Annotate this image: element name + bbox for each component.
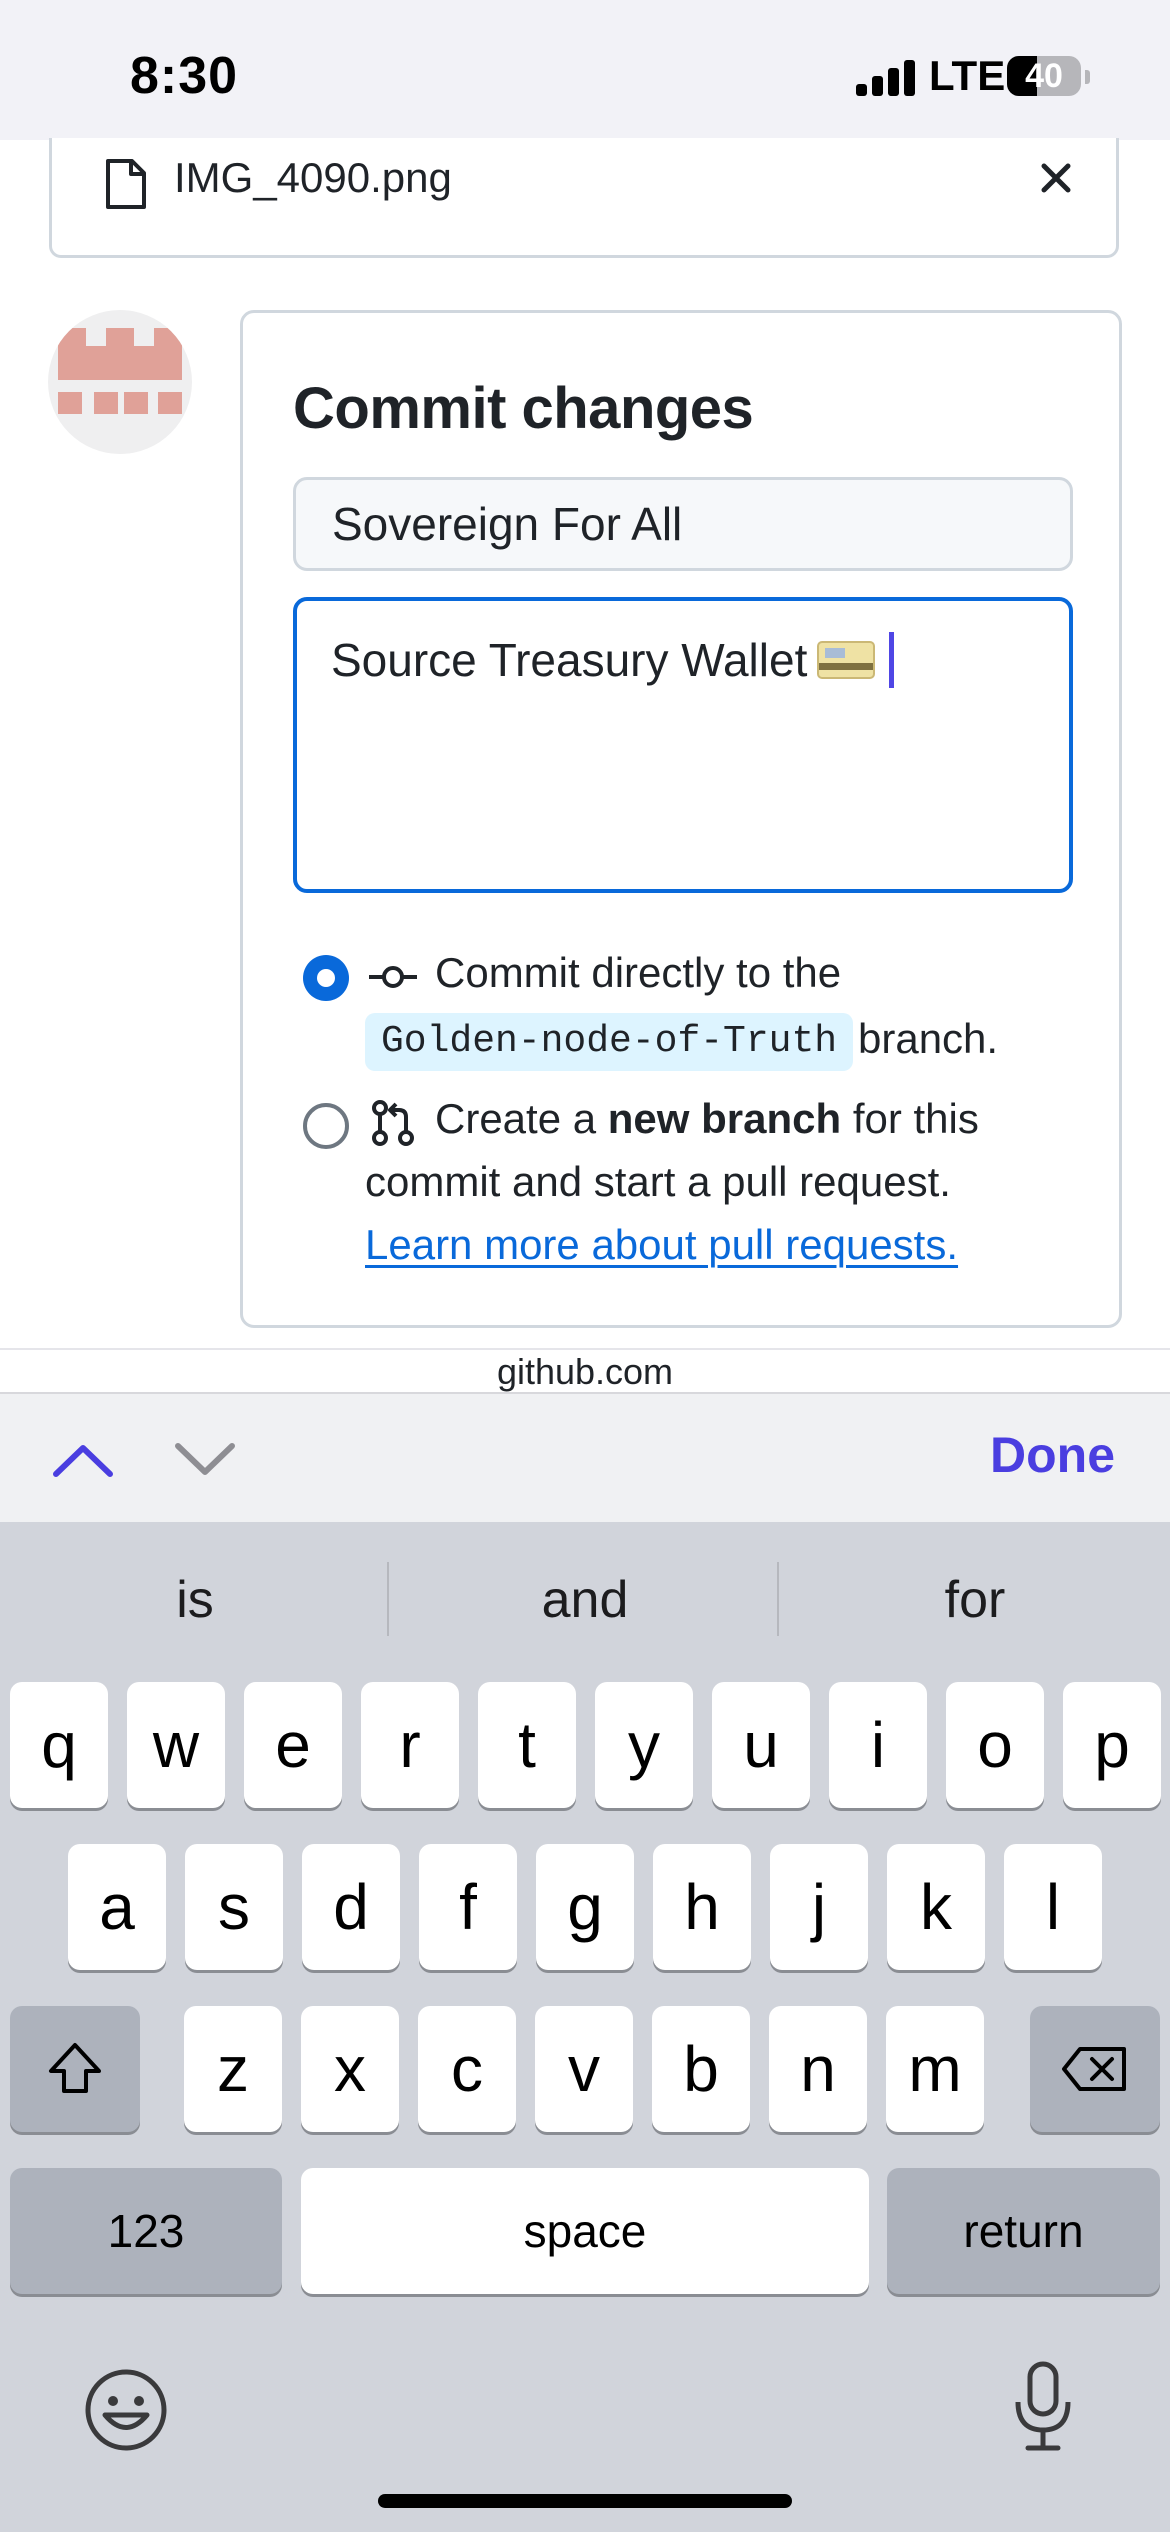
credit-card-emoji-icon (817, 640, 876, 679)
key-r[interactable]: r (361, 1682, 459, 1808)
url-text: github.com (496, 1351, 674, 1392)
suggestion-3[interactable]: for (780, 1522, 1170, 1672)
key-v[interactable]: v (535, 2006, 633, 2132)
keyboard-accessory-bar: Done (0, 1392, 1170, 1522)
file-icon (106, 159, 146, 209)
key-e[interactable]: e (244, 1682, 342, 1808)
git-pull-request-icon (372, 1100, 414, 1146)
key-p[interactable]: p (1063, 1682, 1161, 1808)
key-d[interactable]: d (302, 1844, 400, 1970)
shift-icon (49, 2043, 101, 2093)
key-i[interactable]: i (829, 1682, 927, 1808)
commit-direct-label: Commit directly to the (435, 949, 842, 996)
keyboard: is and for qwertyuiop asdfghjkl zxcvbnm 12… (0, 1522, 1170, 2532)
chevron-up-icon[interactable] (50, 1430, 116, 1486)
emoji-icon[interactable] (84, 2368, 168, 2452)
text-caret (889, 631, 895, 688)
suggestion-divider (777, 1562, 779, 1636)
suggestion-2[interactable]: and (390, 1522, 780, 1672)
key-q[interactable]: q (10, 1682, 108, 1808)
key-w[interactable]: w (127, 1682, 225, 1808)
commit-summary-input[interactable] (293, 477, 1073, 571)
git-commit-icon (369, 966, 417, 988)
new-branch-label: Create a new branch for this (435, 1095, 979, 1142)
file-name: IMG_4090.png (174, 154, 452, 201)
key-l[interactable]: l (1004, 1844, 1102, 1970)
attached-file: IMG_4090.png (49, 138, 1119, 258)
suggestion-bar: is and for (0, 1522, 1170, 1672)
key-t[interactable]: t (478, 1682, 576, 1808)
battery-percent: 40 (1025, 57, 1063, 95)
avatar (48, 310, 192, 454)
commit-description-text: Source Treasury Wallet (331, 631, 895, 692)
radio-new-branch[interactable] (303, 1103, 349, 1149)
signal-icon (856, 60, 916, 96)
description-value: Source Treasury Wallet (331, 634, 808, 686)
home-indicator (378, 2494, 792, 2508)
key-f[interactable]: f (419, 1844, 517, 1970)
close-icon[interactable] (1024, 146, 1088, 210)
done-button[interactable]: Done (990, 1426, 1115, 1484)
learn-more-pull-requests-link[interactable]: Learn more about pull requests. (365, 1221, 958, 1269)
status-time: 8:30 (130, 47, 239, 105)
shift-key[interactable] (10, 2006, 140, 2132)
key-b[interactable]: b (652, 2006, 750, 2132)
key-z[interactable]: z (184, 2006, 282, 2132)
status-bar: 8:30 LTE 40 (0, 0, 1170, 140)
battery-icon: 40 (1007, 56, 1081, 96)
commit-changes-card: Commit changes Source Treasury Wallet Co… (240, 310, 1122, 1328)
commit-direct-suffix: branch. (858, 1015, 999, 1062)
suggestion-divider (387, 1562, 389, 1636)
key-k[interactable]: k (887, 1844, 985, 1970)
key-y[interactable]: y (595, 1682, 693, 1808)
key-c[interactable]: c (418, 2006, 516, 2132)
browser-url-bar[interactable]: github.com (0, 1348, 1170, 1394)
microphone-icon[interactable] (1010, 2360, 1076, 2454)
key-n[interactable]: n (769, 2006, 867, 2132)
delete-key[interactable] (1030, 2006, 1160, 2132)
numbers-key[interactable]: 123 (10, 2168, 282, 2294)
key-x[interactable]: x (301, 2006, 399, 2132)
key-m[interactable]: m (886, 2006, 984, 2132)
new-branch-label-line2: commit and start a pull request. (365, 1158, 951, 1205)
backspace-icon (1062, 2047, 1126, 2091)
return-key[interactable]: return (887, 2168, 1160, 2294)
commit-description-textarea[interactable]: Source Treasury Wallet (293, 597, 1073, 893)
key-j[interactable]: j (770, 1844, 868, 1970)
key-h[interactable]: h (653, 1844, 751, 1970)
suggestion-1[interactable]: is (0, 1522, 390, 1672)
key-o[interactable]: o (946, 1682, 1044, 1808)
network-type: LTE (929, 52, 1006, 99)
space-key[interactable]: space (301, 2168, 869, 2294)
battery-nub (1085, 70, 1090, 84)
key-g[interactable]: g (536, 1844, 634, 1970)
key-u[interactable]: u (712, 1682, 810, 1808)
commit-title: Commit changes (293, 376, 754, 441)
chevron-down-icon[interactable] (172, 1430, 238, 1486)
radio-commit-direct[interactable] (303, 955, 349, 1001)
key-s[interactable]: s (185, 1844, 283, 1970)
key-a[interactable]: a (68, 1844, 166, 1970)
branch-name-badge: Golden-node-of-Truth (365, 1013, 854, 1071)
